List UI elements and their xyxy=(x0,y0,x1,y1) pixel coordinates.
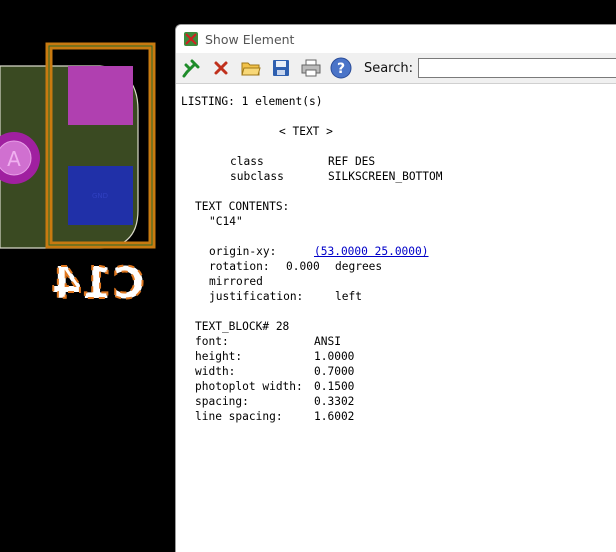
svg-text:?: ? xyxy=(336,61,344,77)
justification-value: left xyxy=(335,290,362,303)
listing-pane[interactable]: LISTING: 1 element(s) < TEXT > class REF… xyxy=(181,95,616,552)
class-value: REF DES xyxy=(328,155,376,168)
block-value: 0.3302 xyxy=(314,395,355,408)
board-view: GND A C14 xyxy=(0,42,156,310)
text-block-label: TEXT_BLOCK# 28 xyxy=(195,320,290,333)
help-icon[interactable]: ? xyxy=(328,55,353,81)
app-icon xyxy=(184,32,198,46)
justification-label: justification: xyxy=(209,290,304,303)
window-title: Show Element xyxy=(205,31,295,47)
search-input[interactable] xyxy=(418,58,616,78)
listing-header: LISTING: 1 element(s) xyxy=(181,95,323,108)
block-label: width: xyxy=(195,365,236,378)
class-label: class xyxy=(230,155,264,168)
block-value: 1.0000 xyxy=(314,350,355,363)
pcb-canvas[interactable]: GND A C14 xyxy=(0,0,175,551)
block-value: 0.7000 xyxy=(314,365,355,378)
pin-icon[interactable] xyxy=(179,55,204,81)
pad-magenta xyxy=(68,66,133,125)
block-value: ANSI xyxy=(314,335,341,348)
block-label: height: xyxy=(195,350,243,363)
text-contents-value: "C14" xyxy=(209,215,243,228)
subclass-label: subclass xyxy=(230,170,284,183)
rotation-value: 0.000 xyxy=(286,260,320,273)
silkscreen-text[interactable]: C14 xyxy=(50,257,146,310)
origin-link[interactable]: (53.0000 25.0000) xyxy=(314,245,429,258)
toolbar: ? Search: xyxy=(176,53,616,84)
block-label: line spacing: xyxy=(195,410,283,423)
rotation-label: rotation: xyxy=(209,260,270,273)
show-element-window: Show Element ? Search: LISTING: 1 elemen… xyxy=(175,24,616,552)
search-label: Search: xyxy=(363,60,414,76)
pad-label: GND xyxy=(92,192,108,200)
element-tag: < TEXT > xyxy=(279,125,333,138)
block-label: spacing: xyxy=(195,395,249,408)
block-value: 1.6002 xyxy=(314,410,355,423)
block-label: font: xyxy=(195,335,229,348)
mirrored-flag: mirrored xyxy=(209,275,263,288)
silkscreen-ref-des: C14 xyxy=(51,258,145,309)
rotation-unit: degrees xyxy=(335,260,383,273)
block-value: 0.1500 xyxy=(314,380,355,393)
save-icon[interactable] xyxy=(268,55,293,81)
block-label: photoplot width: xyxy=(195,380,303,393)
origin-label: origin-xy: xyxy=(209,245,277,258)
open-folder-icon[interactable] xyxy=(239,55,264,81)
via-label: A xyxy=(7,147,21,171)
print-icon[interactable] xyxy=(298,55,323,81)
close-icon[interactable] xyxy=(209,55,234,81)
text-contents-label: TEXT CONTENTS: xyxy=(195,200,290,213)
subclass-value: SILKSCREEN_BOTTOM xyxy=(328,170,443,183)
title-bar: Show Element xyxy=(176,25,616,53)
